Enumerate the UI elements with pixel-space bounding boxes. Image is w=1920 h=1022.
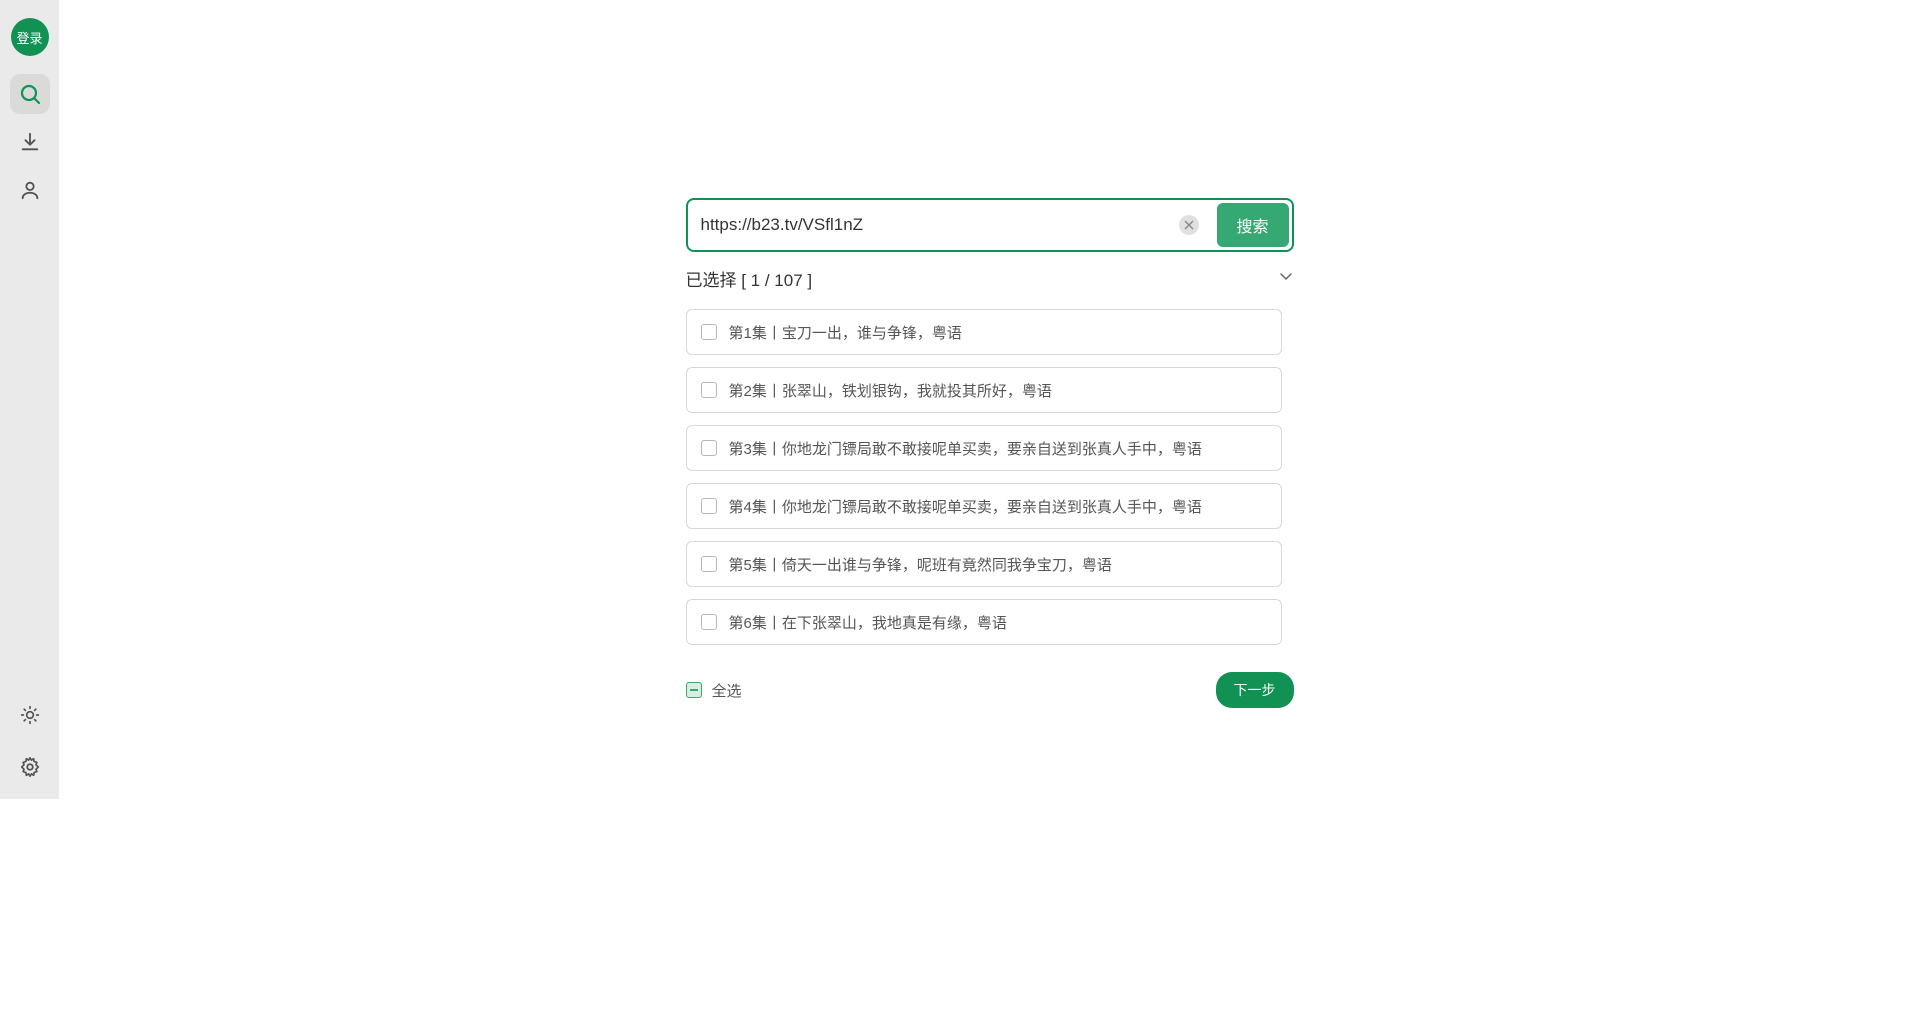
settings-button[interactable] [10,747,50,787]
search-input[interactable] [701,215,1179,235]
theme-toggle[interactable] [10,695,50,735]
search-tab[interactable] [10,74,50,114]
episode-checkbox[interactable] [701,440,717,456]
selection-count-label: 已选择 [ 1 / 107 ] [686,266,813,291]
sidebar: 登录 [0,0,59,799]
search-button[interactable]: 搜索 [1217,203,1289,247]
episode-title: 第2集丨张翠山，铁划银钩，我就投其所好，粤语 [729,380,1052,401]
user-icon [19,179,41,201]
episode-title: 第5集丨倚天一出谁与争锋，呢班有竟然同我争宝刀，粤语 [729,554,1112,575]
chevron-down-icon [1278,268,1294,284]
episode-title: 第1集丨宝刀一出，谁与争锋，粤语 [729,322,962,343]
selection-summary: 已选择 [ 1 / 107 ] [686,266,1294,291]
episode-checkbox[interactable] [701,556,717,572]
checkbox-indeterminate-icon [686,682,702,698]
clear-input-button[interactable] [1179,215,1199,235]
select-all-checkbox[interactable]: 全选 [686,680,742,701]
close-icon [1184,220,1194,230]
episode-title: 第6集丨在下张翠山，我地真是有缘，粤语 [729,612,1007,633]
main-content: 搜索 已选择 [ 1 / 107 ] 第1集丨宝刀一出，谁与争锋，粤语第2集丨张… [59,0,1920,1022]
download-tab[interactable] [10,122,50,162]
select-all-label: 全选 [712,680,742,701]
episode-checkbox[interactable] [701,382,717,398]
list-footer: 全选 下一步 [686,672,1294,708]
list-item[interactable]: 第5集丨倚天一出谁与争锋，呢班有竟然同我争宝刀，粤语 [686,541,1282,587]
download-icon [19,131,41,153]
episode-checkbox[interactable] [701,324,717,340]
expand-toggle[interactable] [1278,268,1294,289]
gear-icon [19,756,41,778]
list-item[interactable]: 第4集丨你地龙门镖局敢不敢接呢单买卖，要亲自送到张真人手中，粤语 [686,483,1282,529]
list-item[interactable]: 第6集丨在下张翠山，我地真是有缘，粤语 [686,599,1282,645]
episode-list[interactable]: 第1集丨宝刀一出，谁与争锋，粤语第2集丨张翠山，铁划银钩，我就投其所好，粤语第3… [686,309,1294,651]
sun-icon [20,705,40,725]
episode-checkbox[interactable] [701,614,717,630]
login-button[interactable]: 登录 [11,18,49,56]
list-item[interactable]: 第3集丨你地龙门镖局敢不敢接呢单买卖，要亲自送到张真人手中，粤语 [686,425,1282,471]
profile-tab[interactable] [10,170,50,210]
search-icon [18,82,42,106]
next-button[interactable]: 下一步 [1216,672,1294,708]
episode-title: 第3集丨你地龙门镖局敢不敢接呢单买卖，要亲自送到张真人手中，粤语 [729,438,1202,459]
list-item[interactable]: 第2集丨张翠山，铁划银钩，我就投其所好，粤语 [686,367,1282,413]
list-item[interactable]: 第1集丨宝刀一出，谁与争锋，粤语 [686,309,1282,355]
episode-title: 第4集丨你地龙门镖局敢不敢接呢单买卖，要亲自送到张真人手中，粤语 [729,496,1202,517]
episode-checkbox[interactable] [701,498,717,514]
search-bar: 搜索 [686,198,1294,252]
